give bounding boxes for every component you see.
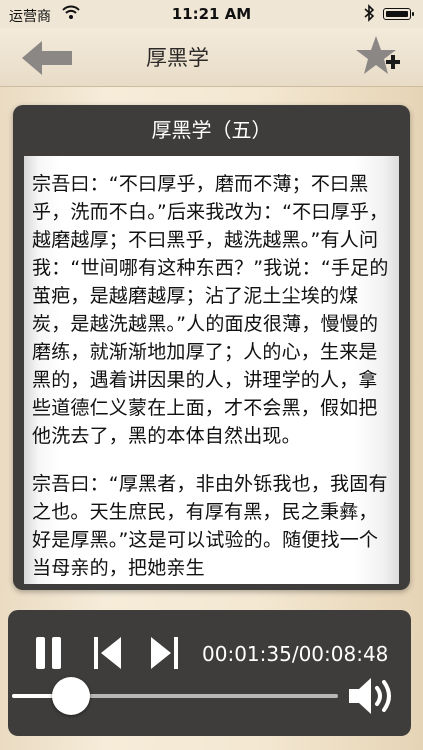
paragraph: 宗吾曰：“厚黑者，非由外铄我也，我固有之也。天生庶民，有厚有黑，民之秉彝，好是厚… xyxy=(32,473,388,579)
reader-panel: 厚黑学（五） 宗吾曰：“不曰厚乎，磨而不薄；不曰黑乎，洗而不白。”后来我改为：“… xyxy=(13,105,410,590)
chapter-title: 厚黑学（五） xyxy=(151,118,272,142)
audio-player: 00:01:35/00:08:48 xyxy=(8,610,411,736)
paragraph: 宗吾曰：“不曰厚乎，磨而不薄；不曰黑乎，洗而不白。”后来我改为：“不曰厚乎，越磨… xyxy=(32,173,389,447)
back-arrow-icon[interactable] xyxy=(18,38,76,78)
status-time: 11:21 AM xyxy=(171,5,252,23)
volume-icon[interactable] xyxy=(347,674,397,718)
previous-track-icon[interactable] xyxy=(90,633,130,673)
battery-icon xyxy=(383,8,414,20)
playback-time: 00:01:35/00:08:48 xyxy=(202,642,389,666)
pause-icon[interactable] xyxy=(30,633,70,673)
nav-bar: 厚黑学 xyxy=(0,28,423,87)
bluetooth-icon xyxy=(364,4,375,22)
progress-knob[interactable] xyxy=(51,677,90,715)
next-track-icon[interactable] xyxy=(146,633,186,673)
progress-slider[interactable] xyxy=(12,677,338,715)
page-title: 厚黑学 xyxy=(146,46,209,70)
status-bar: 运营商 11:21 AM xyxy=(0,0,423,28)
text-page[interactable]: 宗吾曰：“不曰厚乎，磨而不薄；不曰黑乎，洗而不白。”后来我改为：“不曰厚乎，越磨… xyxy=(24,156,399,584)
add-favorite-star-icon[interactable] xyxy=(356,34,402,80)
